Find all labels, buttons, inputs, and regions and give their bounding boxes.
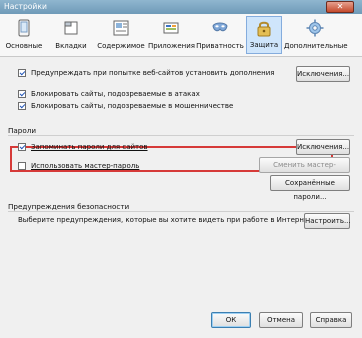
- help-button[interactable]: Справка: [310, 312, 352, 328]
- block-fraud-checkbox[interactable]: [18, 102, 26, 110]
- general-settings-icon: [18, 19, 30, 37]
- warn-addons-row[interactable]: Предупреждать при попытке веб-сайтов уст…: [18, 67, 274, 79]
- block-attack-checkbox[interactable]: [18, 90, 26, 98]
- remember-passwords-checkbox[interactable]: [18, 143, 26, 151]
- tab-label: Приватность: [196, 42, 244, 50]
- tab-label: Содержимое: [97, 42, 145, 50]
- tab-label: Защита: [249, 41, 279, 49]
- lock-icon: [257, 21, 271, 37]
- master-password-checkbox[interactable]: [18, 162, 26, 170]
- warnings-divider: [8, 211, 354, 212]
- tab-label: Вкладки: [55, 42, 87, 50]
- cancel-button[interactable]: Отмена: [259, 312, 303, 328]
- tab-general[interactable]: Основные: [2, 16, 46, 54]
- block-fraud-row[interactable]: Блокировать сайты, подозреваемые в мошен…: [18, 100, 233, 112]
- warn-addons-checkbox[interactable]: [18, 69, 26, 77]
- settings-window: Настройки ✕ Основные Вкладки Содержимое …: [0, 0, 362, 338]
- remember-passwords-row[interactable]: Запоминать пароли для сайтов: [18, 141, 148, 153]
- warnings-section-title: Предупреждения безопасности: [8, 202, 130, 211]
- title-bar: Настройки ✕: [0, 0, 362, 14]
- tab-label: Дополнительные: [284, 42, 348, 50]
- tab-label: Основные: [5, 42, 43, 50]
- tab-label: Приложения: [148, 42, 195, 50]
- privacy-mask-icon: [212, 22, 228, 32]
- security-panel: Предупреждать при попытке веб-сайтов уст…: [0, 57, 362, 338]
- settings-tabs: Основные Вкладки Содержимое Приложения П…: [0, 14, 362, 57]
- change-master-password-button[interactable]: Сменить мастер-пароль...: [259, 157, 350, 183]
- tab-advanced[interactable]: Дополнительные: [284, 16, 348, 54]
- warnings-description: Выберите предупреждения, которые вы хоти…: [18, 216, 317, 224]
- master-password-label: Использовать мастер-пароль: [31, 162, 140, 170]
- content-icon: [113, 20, 129, 36]
- passwords-section-title: Пароли: [8, 126, 37, 135]
- master-password-row[interactable]: Использовать мастер-пароль: [18, 160, 139, 172]
- block-fraud-label: Блокировать сайты, подозреваемые в мошен…: [31, 102, 234, 110]
- tab-security[interactable]: Защита: [246, 16, 282, 54]
- tab-privacy[interactable]: Приватность: [196, 16, 244, 54]
- warn-addons-label: Предупреждать при попытке веб-сайтов уст…: [31, 69, 275, 77]
- applications-icon: [163, 22, 179, 34]
- advanced-gear-icon: [306, 19, 324, 37]
- addons-exceptions-button[interactable]: Исключения...: [296, 66, 350, 82]
- tab-content[interactable]: Содержимое: [96, 16, 146, 54]
- block-attack-label: Блокировать сайты, подозреваемые в атака…: [31, 90, 200, 98]
- block-attack-row[interactable]: Блокировать сайты, подозреваемые в атака…: [18, 88, 200, 100]
- passwords-exceptions-button[interactable]: Исключения...: [296, 139, 350, 155]
- ok-button[interactable]: ОК: [211, 312, 251, 328]
- warnings-settings-button[interactable]: Настроить...: [304, 213, 351, 229]
- tabs-icon: [64, 21, 78, 35]
- remember-passwords-label: Запоминать пароли для сайтов: [31, 143, 148, 151]
- window-title: Настройки: [4, 2, 47, 11]
- close-button[interactable]: ✕: [326, 1, 354, 13]
- saved-passwords-button[interactable]: Сохранённые пароли...: [270, 175, 350, 201]
- tab-tabs[interactable]: Вкладки: [48, 16, 94, 54]
- tab-applications[interactable]: Приложения: [148, 16, 195, 54]
- passwords-divider: [8, 135, 354, 136]
